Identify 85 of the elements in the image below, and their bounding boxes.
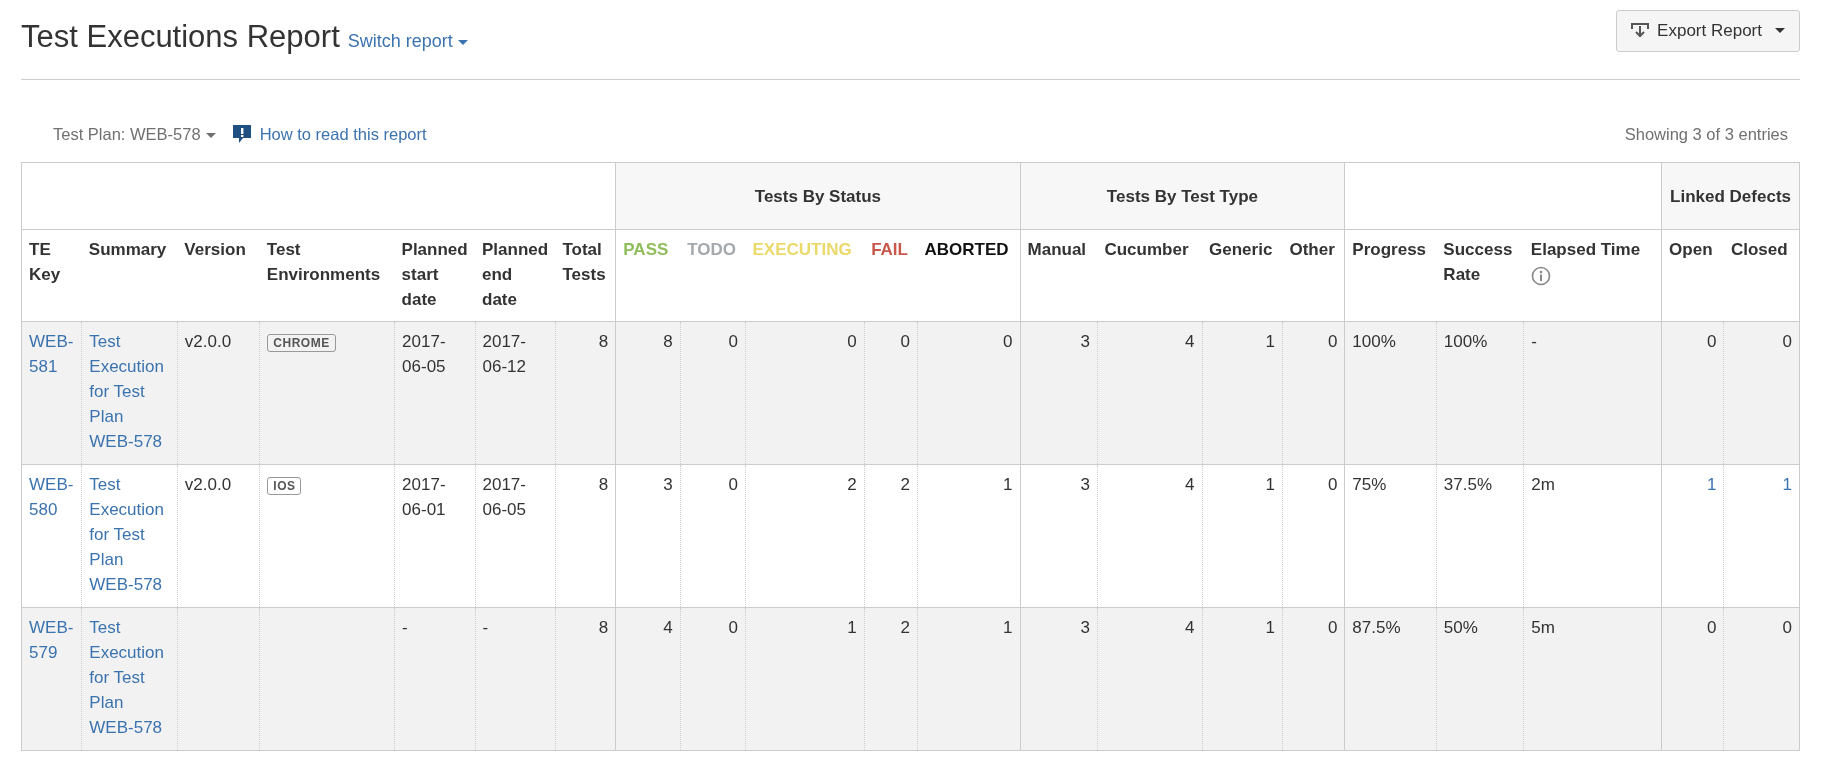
column-header[interactable]: Elapsed Time [1523, 229, 1662, 322]
column-header[interactable]: Version [177, 229, 260, 322]
column-header[interactable]: Open [1661, 229, 1724, 322]
switch-report-link[interactable]: Switch report [347, 28, 468, 55]
table-cell-text: 0 [1327, 618, 1338, 638]
table-cell-text: 37.5% [1443, 475, 1493, 495]
help-speech-bubble-icon [231, 123, 252, 144]
table-cell-text: 0 [1003, 332, 1013, 352]
table-cell-text: 4 [1185, 475, 1195, 495]
table-cell-text: 0 [1327, 332, 1338, 352]
environment-tag: CHROME [267, 334, 336, 353]
column-group-header: Tests By Status [615, 162, 1021, 230]
entries-count: Showing 3 of 3 entries [1624, 123, 1789, 145]
table-cell-text: 0 [728, 618, 738, 638]
table-cell-text: 2017-06-12 [482, 332, 526, 377]
column-group-header: Tests By Test Type [1020, 162, 1345, 230]
table-cell-text: 0 [1782, 332, 1792, 352]
column-header[interactable]: Generic [1202, 229, 1283, 322]
table-cell-text: 3 [1080, 332, 1090, 352]
column-header[interactable]: Progress [1344, 229, 1437, 322]
table-cell-text: 2m [1531, 475, 1555, 495]
issue-link[interactable]: 1 [1731, 472, 1792, 498]
table-cell-text: 3 [1080, 475, 1090, 495]
table-cell-text: 2 [900, 618, 910, 638]
table-cell-text: 2017-06-01 [402, 475, 446, 520]
table-cell-text: 0 [728, 475, 738, 495]
column-header[interactable]: ABORTED [917, 229, 1021, 322]
table-cell-text: 8 [598, 332, 609, 352]
table-cell-text: 1 [1265, 618, 1275, 638]
table-cell-text: 5m [1531, 618, 1555, 638]
column-header[interactable]: Summary [81, 229, 178, 322]
table-cell-text: 0 [900, 332, 910, 352]
column-header[interactable]: Test Environments [259, 229, 395, 322]
column-header[interactable]: Other [1282, 229, 1345, 322]
table-cell-text: 1 [1265, 332, 1275, 352]
environment-tag: IOS [267, 477, 302, 496]
column-header[interactable]: FAIL [864, 229, 918, 322]
table-cell-text: 2 [847, 475, 857, 495]
table-cell-text: 4 [1185, 618, 1195, 638]
export-report-button[interactable]: Export Report [1616, 10, 1800, 52]
table-cell-text: 8 [598, 618, 609, 638]
test-plan-dropdown[interactable]: Test Plan: WEB-578 [21, 121, 216, 147]
table-cell-text: 50% [1443, 618, 1478, 638]
table-cell-text: 1 [1265, 475, 1275, 495]
table-cell-text: v2.0.0 [184, 475, 232, 495]
table-cell-text: 8 [663, 332, 673, 352]
table-cell-text: v2.0.0 [184, 332, 232, 352]
column-header[interactable]: Manual [1020, 229, 1098, 322]
table-cell-text: 100% [1352, 332, 1396, 352]
table-cell-text: 0 [1707, 618, 1717, 638]
table-cell-text: 3 [663, 475, 673, 495]
column-header[interactable]: Cucumber [1097, 229, 1203, 322]
column-header[interactable]: Planned end date [475, 229, 556, 322]
table-cell-text: 2017-06-05 [402, 332, 446, 377]
table-cell-text: 1 [1003, 475, 1013, 495]
table-cell-text: 87.5% [1352, 618, 1401, 638]
how-to-read-link[interactable]: How to read this report [259, 121, 427, 147]
table-cell-text: 4 [663, 618, 673, 638]
table-cell-text: 8 [598, 475, 609, 495]
table-cell-text: 1 [847, 618, 857, 638]
column-group-header: Linked Defects [1661, 162, 1800, 230]
table-cell-text: - [482, 618, 489, 638]
table-cell-text: 75% [1352, 475, 1387, 495]
table-cell-text: 3 [1080, 618, 1090, 638]
column-header[interactable]: TE Key [21, 229, 82, 322]
table-cell-text: 2017-06-05 [482, 475, 526, 520]
table-cell-text: 0 [728, 332, 738, 352]
table-cell-text: 0 [847, 332, 857, 352]
table-cell-text: 0 [1327, 475, 1338, 495]
download-tray-icon [1631, 21, 1650, 40]
table-cell-text: - [402, 618, 408, 638]
table-cell-text: 1 [1003, 618, 1013, 638]
table-cell-text: 100% [1443, 332, 1488, 352]
column-header[interactable]: Success Rate [1436, 229, 1524, 322]
table-cell-text: - [1531, 332, 1537, 352]
column-header[interactable]: Closed [1723, 229, 1800, 322]
table-cell-text: 4 [1185, 332, 1195, 352]
column-header[interactable]: Planned start date [394, 229, 475, 322]
page-title: Test Executions Report [21, 18, 340, 56]
column-header[interactable]: Total Tests [555, 229, 616, 322]
table-cell-text: 2 [900, 475, 910, 495]
issue-link[interactable]: 1 [1669, 472, 1717, 498]
table-cell-text: 0 [1782, 618, 1792, 638]
table-cell-text: 0 [1707, 332, 1717, 352]
info-icon[interactable] [1530, 265, 1551, 286]
